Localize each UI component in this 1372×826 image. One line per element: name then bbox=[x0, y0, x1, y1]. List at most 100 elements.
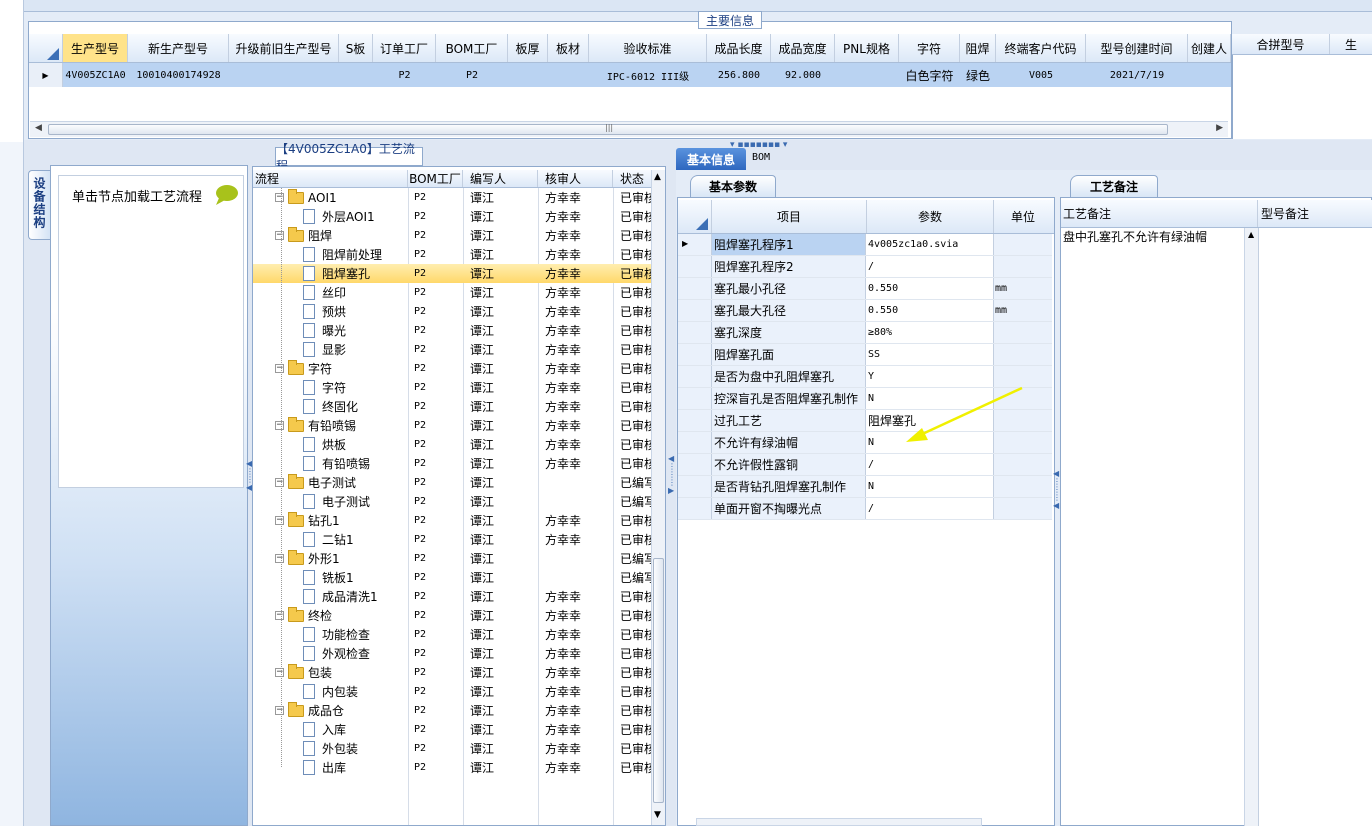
param-value[interactable]: 0.550 bbox=[867, 300, 994, 321]
params-hscrollbar[interactable] bbox=[696, 818, 982, 826]
cell-length[interactable]: 256.800 bbox=[707, 63, 771, 87]
tree-step-row[interactable]: 外层AOI1 P2 谭江 方幸幸 已审核 bbox=[253, 207, 656, 226]
column-header[interactable]: S板 bbox=[339, 34, 373, 62]
scroll-up-icon[interactable]: ▲ bbox=[654, 172, 661, 182]
tree-step-row[interactable]: 成品清洗1 P2 谭江 方幸幸 已审核 bbox=[253, 587, 656, 606]
tree-group-row[interactable]: − 阻焊 P2 谭江 方幸幸 已审核 bbox=[253, 226, 656, 245]
param-value[interactable]: N bbox=[867, 476, 994, 497]
params-body[interactable]: ▶ 阻焊塞孔程序1 4v005zc1a0.svia 阻焊塞孔程序2/塞孔最小孔径 0.5… bbox=[678, 234, 1054, 524]
tree-group-row[interactable]: − 包装 P2 谭江 方幸幸 已审核 bbox=[253, 663, 656, 682]
collapse-icon[interactable]: − bbox=[275, 193, 284, 202]
param-row[interactable]: 单面开窗不掏曝光点 / bbox=[678, 498, 1052, 520]
collapse-icon[interactable]: − bbox=[275, 554, 284, 563]
cell-standard[interactable]: IPC-6012 III级 bbox=[589, 63, 707, 87]
column-header[interactable]: 创建人 bbox=[1188, 34, 1231, 62]
param-row[interactable]: ▶ 阻焊塞孔程序1 4v005zc1a0.svia bbox=[678, 234, 1052, 256]
device-tree[interactable]: 单击节点加载工艺流程 bbox=[58, 175, 244, 488]
column-header[interactable]: 字符 bbox=[899, 34, 960, 62]
tree-step-row[interactable]: 烘板 P2 谭江 方幸幸 已审核 bbox=[253, 435, 656, 454]
param-value[interactable]: 4v005zc1a0.svia bbox=[867, 234, 994, 255]
tree-step-row[interactable]: 入库 P2 谭江 方幸幸 已审核 bbox=[253, 720, 656, 739]
collapse-icon[interactable]: − bbox=[275, 516, 284, 525]
left-splitter[interactable]: ◀ ⋮ ⋮ ◀ bbox=[246, 460, 254, 520]
collapse-icon[interactable]: − bbox=[275, 364, 284, 373]
param-row[interactable]: 不允许假性露铜 / bbox=[678, 454, 1052, 476]
table-row[interactable]: ▶ 4V005ZC1A0 10010400174928 P2 P2 IPC-60… bbox=[29, 63, 1231, 87]
column-header[interactable]: 板材 bbox=[548, 34, 589, 62]
cell-bom-factory[interactable]: P2 bbox=[436, 63, 508, 87]
cell-s-board[interactable] bbox=[339, 63, 373, 87]
tree-step-row[interactable]: 电子测试 P2 谭江 已编写 bbox=[253, 492, 656, 511]
column-header[interactable]: 单位 bbox=[994, 200, 1052, 233]
cell-create-time[interactable]: 2021/7/19 bbox=[1086, 63, 1188, 87]
tree-step-row[interactable]: 外包装 P2 谭江 方幸幸 已审核 bbox=[253, 739, 656, 758]
tab-process-notes[interactable]: 工艺备注 bbox=[1070, 175, 1158, 197]
tab-bom[interactable]: BOM bbox=[752, 152, 770, 163]
column-header[interactable]: 新生产型号 bbox=[128, 34, 229, 62]
column-header[interactable]: 生 bbox=[1330, 34, 1372, 54]
tree-group-row[interactable]: − 外形1 P2 谭江 已编写 bbox=[253, 549, 656, 568]
tree-step-row[interactable]: 字符 P2 谭江 方幸幸 已审核 bbox=[253, 378, 656, 397]
tree-step-row[interactable]: 出库 P2 谭江 方幸幸 已审核 bbox=[253, 758, 656, 777]
column-header[interactable]: 工艺备注 bbox=[1061, 200, 1257, 227]
cell-width[interactable]: 92.000 bbox=[771, 63, 835, 87]
column-header[interactable]: 编写人 bbox=[463, 170, 538, 187]
column-header[interactable]: 升级前旧生产型号 bbox=[229, 34, 339, 62]
tree-step-row[interactable]: 内包装 P2 谭江 方幸幸 已审核 bbox=[253, 682, 656, 701]
collapse-icon[interactable]: − bbox=[275, 478, 284, 487]
scroll-up-icon[interactable]: ▲ bbox=[1248, 230, 1254, 239]
tree-group-row[interactable]: − 成品仓 P2 谭江 方幸幸 已审核 bbox=[253, 701, 656, 720]
column-header[interactable]: PNL规格 bbox=[835, 34, 899, 62]
param-row[interactable]: 阻焊塞孔面 SS bbox=[678, 344, 1052, 366]
param-row[interactable]: 阻焊塞孔程序2/ bbox=[678, 256, 1052, 278]
tree-step-row[interactable]: 功能检查 P2 谭江 方幸幸 已审核 bbox=[253, 625, 656, 644]
tree-step-row[interactable]: 显影 P2 谭江 方幸幸 已审核 bbox=[253, 340, 656, 359]
param-row[interactable]: 塞孔最小孔径 0.550 mm bbox=[678, 278, 1052, 300]
column-header[interactable]: 生产型号 bbox=[63, 34, 128, 62]
scroll-thumb[interactable]: ||| bbox=[48, 123, 1168, 135]
cell-customer[interactable]: V005 bbox=[996, 63, 1086, 87]
collapse-icon[interactable]: − bbox=[275, 231, 284, 240]
tree-step-row[interactable]: 二钻1 P2 谭江 方幸幸 已审核 bbox=[253, 530, 656, 549]
param-row[interactable]: 塞孔最大孔径 0.550 mm bbox=[678, 300, 1052, 322]
param-value[interactable]: SS bbox=[867, 344, 994, 365]
tree-group-row[interactable]: − 有铅喷锡 P2 谭江 方幸幸 已审核 bbox=[253, 416, 656, 435]
collapse-icon[interactable]: − bbox=[275, 668, 284, 677]
param-row[interactable]: 是否背钻孔阻焊塞孔制作 N bbox=[678, 476, 1052, 498]
column-header[interactable]: BOM工厂 bbox=[408, 170, 463, 187]
cell-solder[interactable]: 绿色 bbox=[960, 63, 996, 87]
tree-step-row[interactable]: 有铅喷锡 P2 谭江 方幸幸 已审核 bbox=[253, 454, 656, 473]
column-header[interactable]: 项目 bbox=[712, 200, 867, 233]
notes-vscrollbar[interactable]: ▲ bbox=[1244, 228, 1258, 826]
tree-step-row[interactable]: 阻焊塞孔 P2 谭江 方幸幸 已审核 bbox=[253, 264, 656, 283]
right-splitter[interactable]: ◀ ⋮ ⋮ ⋮ ◀ bbox=[1053, 470, 1061, 540]
model-note-field[interactable] bbox=[1258, 228, 1372, 826]
flow-tree-body[interactable]: − AOI1 P2 谭江 方幸幸 已审核 外层AOI1 P2 谭江 方幸幸 已审核 − 阻焊 P2 谭江 方幸… bbox=[253, 188, 656, 825]
mid-splitter[interactable]: ◀ ⋮ ⋮ ⋮ ▶ bbox=[668, 455, 676, 525]
process-note-text[interactable]: 盘中孔塞孔不允许有绿油帽 bbox=[1063, 228, 1243, 245]
column-header[interactable]: 参数 bbox=[867, 200, 994, 233]
tree-step-row[interactable]: 阻焊前处理 P2 谭江 方幸幸 已审核 bbox=[253, 245, 656, 264]
collapse-icon[interactable]: − bbox=[275, 421, 284, 430]
param-value[interactable]: 0.550 bbox=[867, 278, 994, 299]
scroll-down-icon[interactable]: ▼ bbox=[654, 810, 661, 820]
tree-step-row[interactable]: 终固化 P2 谭江 方幸幸 已审核 bbox=[253, 397, 656, 416]
cell-pnl[interactable] bbox=[835, 63, 899, 87]
column-header[interactable]: 阻焊 bbox=[960, 34, 996, 62]
cell-model[interactable]: 4V005ZC1A0 bbox=[63, 63, 128, 87]
cell-new-model[interactable]: 10010400174928 bbox=[128, 63, 229, 87]
collapse-icon[interactable]: − bbox=[275, 611, 284, 620]
tree-group-row[interactable]: − AOI1 P2 谭江 方幸幸 已审核 bbox=[253, 188, 656, 207]
cell-creator[interactable] bbox=[1188, 63, 1231, 87]
column-header[interactable]: 状态 bbox=[613, 170, 651, 187]
flow-vscrollbar[interactable]: ▲ ▼ bbox=[651, 170, 665, 825]
tree-step-row[interactable]: 丝印 P2 谭江 方幸幸 已审核 bbox=[253, 283, 656, 302]
tab-device-structure[interactable]: 设备结构 bbox=[28, 170, 50, 240]
param-value[interactable]: / bbox=[867, 454, 994, 475]
tree-group-row[interactable]: − 钻孔1 P2 谭江 方幸幸 已审核 bbox=[253, 511, 656, 530]
param-value[interactable]: / bbox=[867, 498, 994, 519]
column-header[interactable]: 核审人 bbox=[538, 170, 613, 187]
tree-step-row[interactable]: 铣板1 P2 谭江 已编写 bbox=[253, 568, 656, 587]
tree-step-row[interactable]: 曝光 P2 谭江 方幸幸 已审核 bbox=[253, 321, 656, 340]
tree-group-row[interactable]: − 终检 P2 谭江 方幸幸 已审核 bbox=[253, 606, 656, 625]
